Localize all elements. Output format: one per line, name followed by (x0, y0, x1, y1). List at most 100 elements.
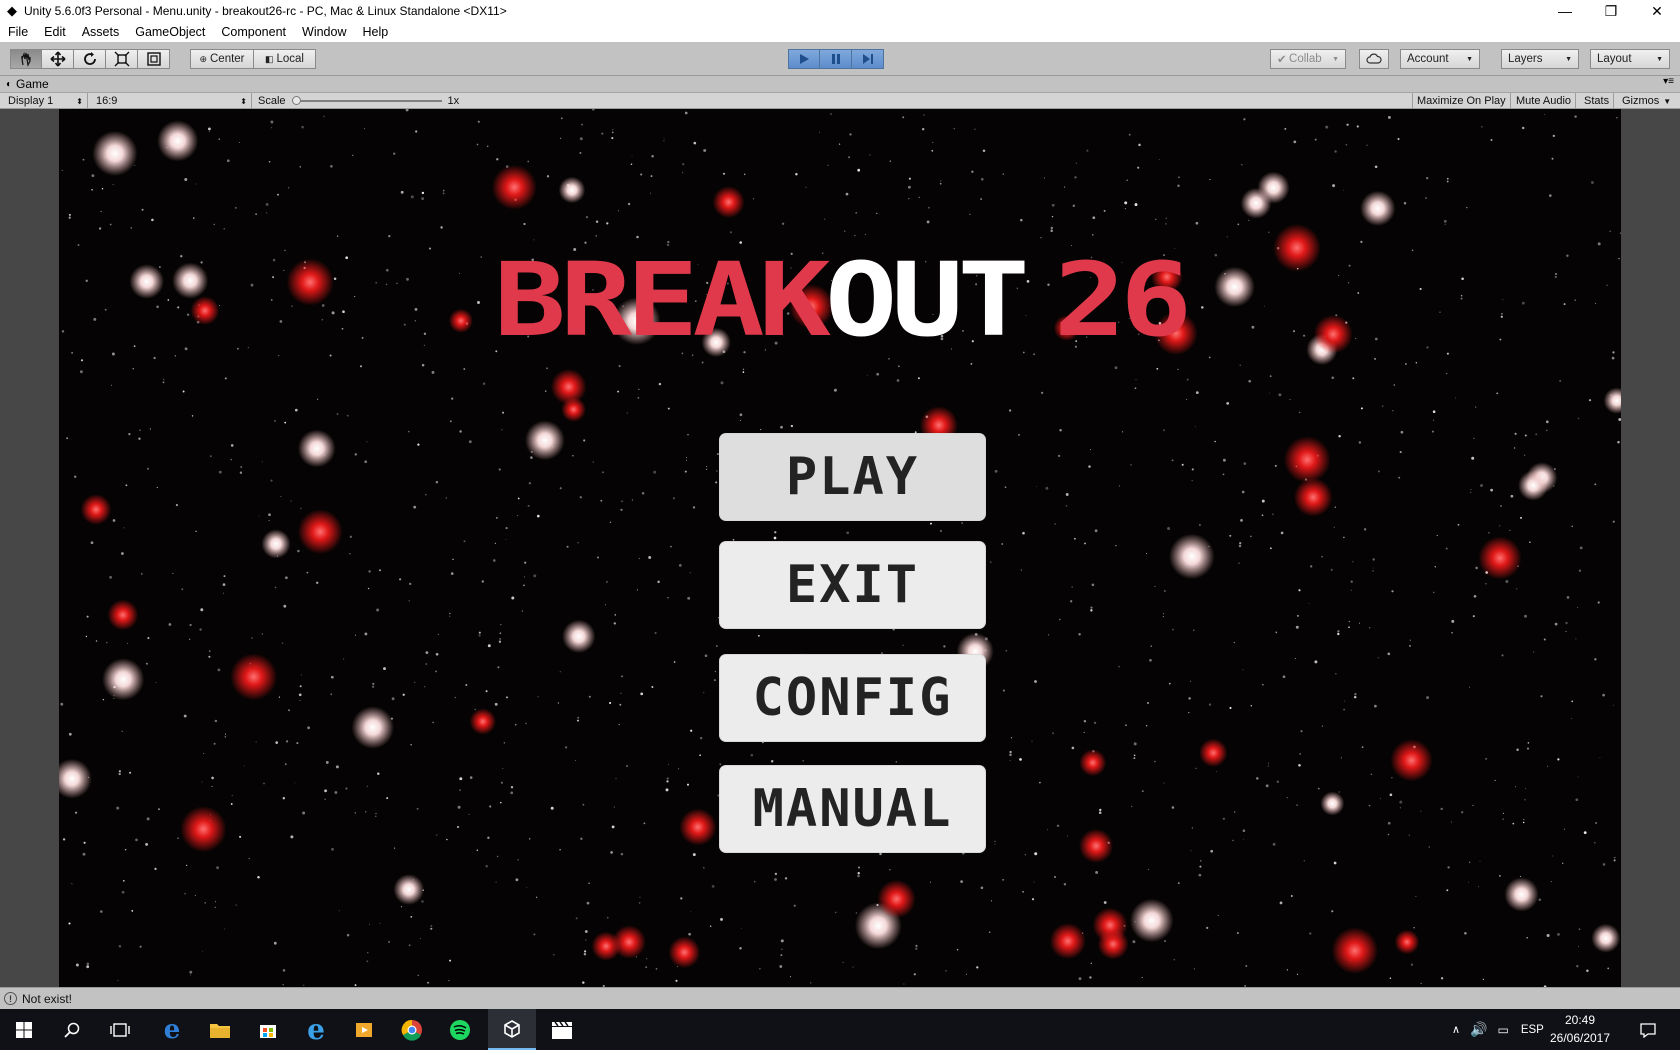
star-dust-dot (631, 499, 633, 501)
taskbar-store[interactable] (244, 1009, 292, 1050)
menu-edit[interactable]: Edit (36, 25, 74, 39)
minimize-button[interactable]: — (1542, 0, 1588, 22)
star-dust-dot (1158, 159, 1160, 161)
star-dust-dot (1455, 397, 1457, 399)
maximize-on-play-toggle[interactable]: Maximize On Play (1412, 93, 1511, 109)
close-button[interactable]: ✕ (1634, 0, 1680, 22)
star-dust-dot (79, 370, 83, 374)
dropdown-arrow-icon: ▼ (1565, 55, 1572, 63)
star-dust-dot (805, 186, 807, 188)
star-dust-dot (1377, 470, 1380, 473)
status-bar: ! Not exist! (0, 987, 1680, 1009)
star-dust-dot (468, 813, 470, 816)
hand-tool-button[interactable] (10, 49, 42, 69)
star-dust-dot (1391, 777, 1393, 779)
layers-dropdown[interactable]: Layers ▼ (1501, 49, 1579, 69)
network-icon[interactable]: ▭ (1498, 1023, 1509, 1037)
star-dust-dot (1524, 798, 1526, 801)
mute-audio-toggle[interactable]: Mute Audio (1512, 93, 1577, 109)
scale-slider[interactable] (291, 96, 442, 105)
game-manual-button[interactable]: MANUAL (720, 766, 985, 852)
taskbar-internet-explorer[interactable]: e (292, 1009, 340, 1050)
menu-assets[interactable]: Assets (74, 25, 128, 39)
game-exit-button[interactable]: EXIT (720, 542, 985, 628)
star-dust-dot (908, 197, 910, 200)
pivot-center-button[interactable]: ⊕ Center (190, 49, 254, 69)
stats-toggle[interactable]: Stats (1580, 93, 1615, 109)
menu-window[interactable]: Window (294, 25, 354, 39)
step-button[interactable] (852, 49, 884, 69)
star-dust-dot (971, 170, 974, 173)
aspect-dropdown[interactable]: 16:9 ⬍ (92, 93, 252, 109)
gizmos-dropdown[interactable]: Gizmos ▼ (1618, 93, 1675, 109)
star-dust-dot (903, 983, 905, 985)
task-view-button[interactable] (96, 1009, 144, 1050)
star-dust-dot (869, 154, 871, 156)
taskbar-clock[interactable]: 20:49 26/06/2017 (1532, 1011, 1628, 1047)
star-dust-dot (1022, 531, 1025, 535)
space-label: Local (276, 53, 305, 65)
cloud-button[interactable] (1359, 49, 1389, 69)
menu-help[interactable]: Help (354, 25, 396, 39)
star-dust-dot (141, 208, 144, 211)
rotate-tool-button[interactable] (74, 49, 106, 69)
star-dust-dot (1299, 753, 1302, 755)
star-dust-dot (914, 431, 917, 434)
volume-icon[interactable]: 🔊 (1470, 1021, 1487, 1038)
star-dust-dot (1298, 589, 1301, 592)
status-message[interactable]: Not exist! (22, 992, 72, 1006)
layout-dropdown[interactable]: Layout ▼ (1590, 49, 1670, 69)
star-dust-dot (1502, 812, 1505, 815)
rect-tool-icon (146, 52, 161, 66)
star-dust-dot (1290, 895, 1293, 897)
star-dust-dot (1268, 762, 1270, 764)
star-dust-dot (421, 900, 424, 903)
star-dust-dot (626, 765, 629, 768)
taskbar-media-player[interactable] (340, 1009, 388, 1050)
collab-dropdown[interactable]: ✔ Collab ▼ (1270, 49, 1346, 69)
clock-date: 26/06/2017 (1549, 1031, 1611, 1045)
taskbar-file-explorer[interactable] (196, 1009, 244, 1050)
panel-menu-icon[interactable]: ▾≡ (1663, 76, 1674, 87)
white-star (525, 420, 565, 461)
menu-file[interactable]: File (0, 25, 36, 39)
taskbar-chrome[interactable] (388, 1009, 436, 1050)
start-button[interactable] (0, 1009, 48, 1050)
star-dust-dot (1125, 724, 1127, 727)
taskbar-edge[interactable]: e (148, 1009, 196, 1050)
star-dust-dot (75, 963, 79, 967)
display-dropdown[interactable]: Display 1 ⬍ (4, 93, 88, 109)
scale-tool-button[interactable] (106, 49, 138, 69)
star-dust-dot (706, 465, 708, 468)
star-dust-dot (680, 897, 683, 900)
restore-button[interactable]: ❐ (1588, 0, 1634, 22)
game-config-button[interactable]: CONFIG (720, 655, 985, 741)
game-play-button[interactable]: PLAY (720, 434, 985, 520)
star-dust-dot (609, 701, 612, 705)
star-dust-dot (611, 131, 614, 134)
star-dust-dot (939, 182, 942, 185)
play-button[interactable] (788, 49, 820, 69)
taskbar-unity[interactable] (488, 1009, 536, 1050)
taskbar-spotify[interactable] (436, 1009, 484, 1050)
search-button[interactable] (48, 1009, 96, 1050)
action-center-button[interactable] (1624, 1009, 1672, 1050)
rect-tool-button[interactable] (138, 49, 170, 69)
pause-button[interactable] (820, 49, 852, 69)
star-dust-dot (174, 354, 177, 357)
taskbar-clapperboard-app[interactable] (538, 1009, 586, 1050)
tray-chevron-up-icon[interactable]: ∧ (1452, 1023, 1460, 1036)
pivot-local-button[interactable]: ◧ Local (254, 49, 316, 69)
account-dropdown[interactable]: Account ▼ (1400, 49, 1480, 69)
menu-component[interactable]: Component (213, 25, 294, 39)
tab-game[interactable]: ◐ Game (6, 77, 49, 91)
star-dust-dot (90, 541, 94, 545)
star-dust-dot (760, 428, 762, 431)
menu-gameobject[interactable]: GameObject (127, 25, 213, 39)
star-dust-dot (790, 424, 794, 428)
scale-slider-thumb[interactable] (291, 96, 301, 105)
star-dust-dot (1050, 229, 1053, 233)
star-dust-dot (1523, 819, 1525, 821)
move-tool-button[interactable] (42, 49, 74, 69)
star-dust-dot (1269, 392, 1271, 394)
